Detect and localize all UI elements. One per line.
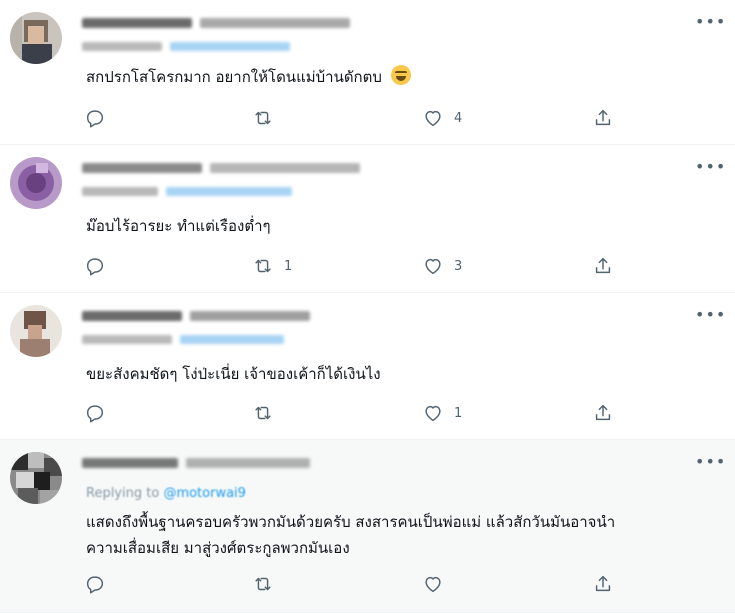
tweet[interactable]: Replying to @motorwai9 ••• แสดงถึงพื้นฐา…: [0, 440, 735, 613]
reply-icon: [86, 110, 104, 128]
reply-icon: [86, 405, 104, 423]
display-name-redacted[interactable]: [82, 16, 352, 31]
tweet-actions: 4: [84, 106, 624, 130]
replying-to-text: Replying to: [86, 486, 160, 501]
share-button[interactable]: [592, 254, 614, 278]
tweet[interactable]: ••• ม๊อบไร้อารยะ ทำแต่เรืองต่ำๆ 1 3: [0, 145, 735, 293]
reply-icon: [86, 258, 104, 276]
like-icon: [425, 258, 441, 275]
retweet-button[interactable]: [252, 572, 284, 596]
reply-button[interactable]: [84, 106, 116, 130]
display-name-redacted[interactable]: [82, 309, 322, 324]
tweet-text-line-1: แสดงถึงพื้นฐานครอบครัวพวกมันด้วยครับ สงส…: [86, 513, 616, 531]
tweet-text: ขยะสังคมชัดๆ โง่ป่ะเนี่ย เจ้าของเค้าก็ได…: [86, 361, 715, 387]
share-button[interactable]: [592, 572, 614, 596]
replying-to-label: Replying to @motorwai9: [86, 486, 246, 501]
grinning-squinting-face-icon: [390, 65, 411, 85]
like-icon: [425, 405, 441, 422]
display-name-redacted[interactable]: [82, 456, 322, 471]
like-button[interactable]: [422, 572, 454, 596]
retweet-icon: [255, 577, 271, 591]
tweet-feed: ••• สกปรกโสโครกมาก อยากให้โดนแม่บ้านดักต…: [0, 0, 735, 613]
like-count: 1: [454, 405, 463, 421]
more-icon[interactable]: •••: [695, 159, 725, 177]
reply-icon: [86, 576, 104, 594]
tweet-actions: [84, 572, 624, 596]
like-icon: [425, 110, 441, 127]
tweet-text: แสดงถึงพื้นฐานครอบครัวพวกมันด้วยครับ สงส…: [86, 509, 715, 561]
tweet-text-content: สกปรกโสโครกมาก อยากให้โดนแม่บ้านดักตบ: [86, 68, 382, 86]
share-icon: [595, 257, 611, 274]
retweet-icon: [255, 259, 271, 273]
reply-button[interactable]: [84, 254, 116, 278]
tweet-actions: 1 3: [84, 254, 624, 278]
tweet-text: สกปรกโสโครกมาก อยากให้โดนแม่บ้านดักตบ: [86, 64, 715, 90]
share-button[interactable]: [592, 106, 614, 130]
retweet-button[interactable]: [252, 106, 284, 130]
like-icon: [425, 576, 441, 593]
reply-button[interactable]: [84, 572, 116, 596]
tweet-text-line-2: ความเสื่อมเสีย มาสู่วงศ์ตระกูลพวกมันเอง: [86, 539, 350, 557]
tweet-text-content: ม๊อบไร้อารยะ ทำแต่เรืองต่ำๆ: [86, 217, 271, 235]
retweet-count: 1: [284, 258, 293, 274]
share-icon: [595, 575, 611, 592]
share-button[interactable]: [592, 401, 614, 425]
more-icon[interactable]: •••: [695, 14, 725, 32]
avatar[interactable]: [10, 452, 62, 504]
reply-button[interactable]: [84, 401, 116, 425]
more-icon[interactable]: •••: [695, 454, 725, 472]
like-button[interactable]: 3: [422, 254, 462, 278]
like-count: 3: [454, 258, 463, 274]
like-count: 4: [454, 110, 463, 126]
like-button[interactable]: 4: [422, 106, 462, 130]
tweet-actions: 1: [84, 401, 624, 425]
retweet-button[interactable]: 1: [252, 254, 292, 278]
reply-mention-link[interactable]: @motorwai9: [163, 486, 246, 501]
retweet-icon: [255, 406, 271, 420]
avatar[interactable]: [10, 157, 62, 209]
share-icon: [595, 109, 611, 126]
avatar[interactable]: [10, 305, 62, 357]
tweet[interactable]: ••• สกปรกโสโครกมาก อยากให้โดนแม่บ้านดักต…: [0, 0, 735, 145]
retweet-icon: [255, 111, 271, 125]
display-name-redacted[interactable]: [82, 161, 362, 176]
handle-redacted: [82, 40, 302, 53]
retweet-button[interactable]: [252, 401, 284, 425]
tweet-text: ม๊อบไร้อารยะ ทำแต่เรืองต่ำๆ: [86, 213, 715, 239]
handle-redacted: [82, 333, 292, 346]
avatar[interactable]: [10, 12, 62, 64]
handle-redacted: [82, 185, 302, 198]
tweet[interactable]: ••• ขยะสังคมชัดๆ โง่ป่ะเนี่ย เจ้าของเค้า…: [0, 293, 735, 440]
share-icon: [595, 404, 611, 421]
tweet-text-content: ขยะสังคมชัดๆ โง่ป่ะเนี่ย เจ้าของเค้าก็ได…: [86, 365, 381, 383]
like-button[interactable]: 1: [422, 401, 462, 425]
more-icon[interactable]: •••: [695, 307, 725, 325]
